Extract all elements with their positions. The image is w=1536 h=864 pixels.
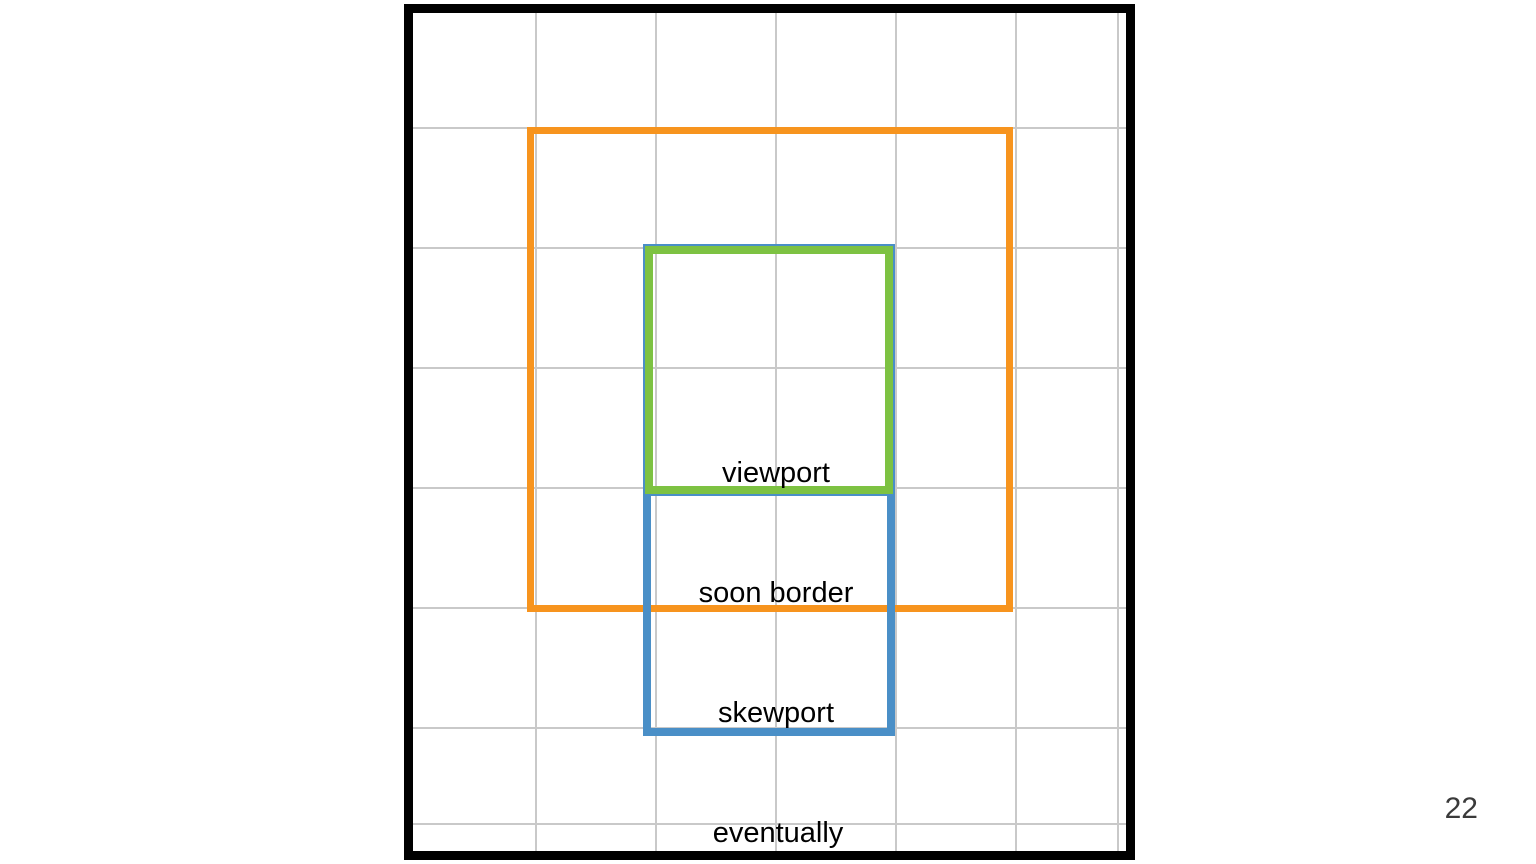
grid-line-vertical <box>1015 13 1017 851</box>
page-number: 22 <box>1444 792 1478 825</box>
screen-frame-inner: viewport soon border skewport eventually <box>413 13 1126 851</box>
viewport-label: viewport <box>722 457 830 489</box>
soon-border-label: soon border <box>698 577 854 609</box>
slide-canvas: viewport soon border skewport eventually… <box>0 0 1536 864</box>
skewport-label: skewport <box>717 697 835 729</box>
grid-line-vertical <box>1117 13 1119 851</box>
eventually-label: eventually <box>712 817 844 849</box>
screen-frame: viewport soon border skewport eventually <box>404 4 1135 860</box>
